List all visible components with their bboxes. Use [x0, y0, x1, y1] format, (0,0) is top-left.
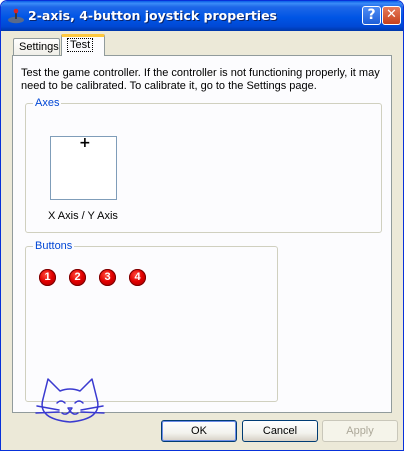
- dialog-client: Settings Test Test the game controller. …: [1, 31, 403, 450]
- cancel-button[interactable]: Cancel: [242, 420, 318, 442]
- close-button[interactable]: ✕: [382, 6, 401, 25]
- intro-text: Test the game controller. If the control…: [21, 67, 380, 92]
- window-title: 2-axis, 4-button joystick properties: [28, 8, 277, 23]
- tab-test[interactable]: Test: [61, 34, 105, 56]
- tab-test-label: Test: [67, 38, 94, 52]
- title-bar[interactable]: 2-axis, 4-button joystick properties ? ✕: [1, 1, 403, 31]
- axis-label: X Axis / Y Axis: [48, 210, 118, 222]
- dialog-window: 2-axis, 4-button joystick properties ? ✕…: [0, 0, 404, 451]
- buttons-group-label: Buttons: [33, 240, 75, 252]
- tab-settings[interactable]: Settings: [13, 38, 60, 55]
- cat-doodle-icon: [35, 378, 105, 423]
- axes-group-label: Axes: [33, 97, 62, 109]
- axis-display: +: [50, 136, 117, 200]
- ok-button[interactable]: OK: [161, 420, 237, 442]
- joystick-button-2-indicator: 2: [69, 269, 86, 286]
- joystick-button-4-indicator: 4: [129, 269, 146, 286]
- axes-group: Axes + X Axis / Y Axis: [25, 97, 382, 233]
- help-button[interactable]: ?: [362, 6, 381, 25]
- apply-button[interactable]: Apply: [322, 420, 398, 442]
- joystick-button-3-indicator: 3: [99, 269, 116, 286]
- tab-settings-label: Settings: [19, 41, 59, 53]
- crosshair-icon: +: [79, 135, 91, 151]
- joystick-icon: [8, 8, 24, 24]
- joystick-button-1-indicator: 1: [39, 269, 56, 286]
